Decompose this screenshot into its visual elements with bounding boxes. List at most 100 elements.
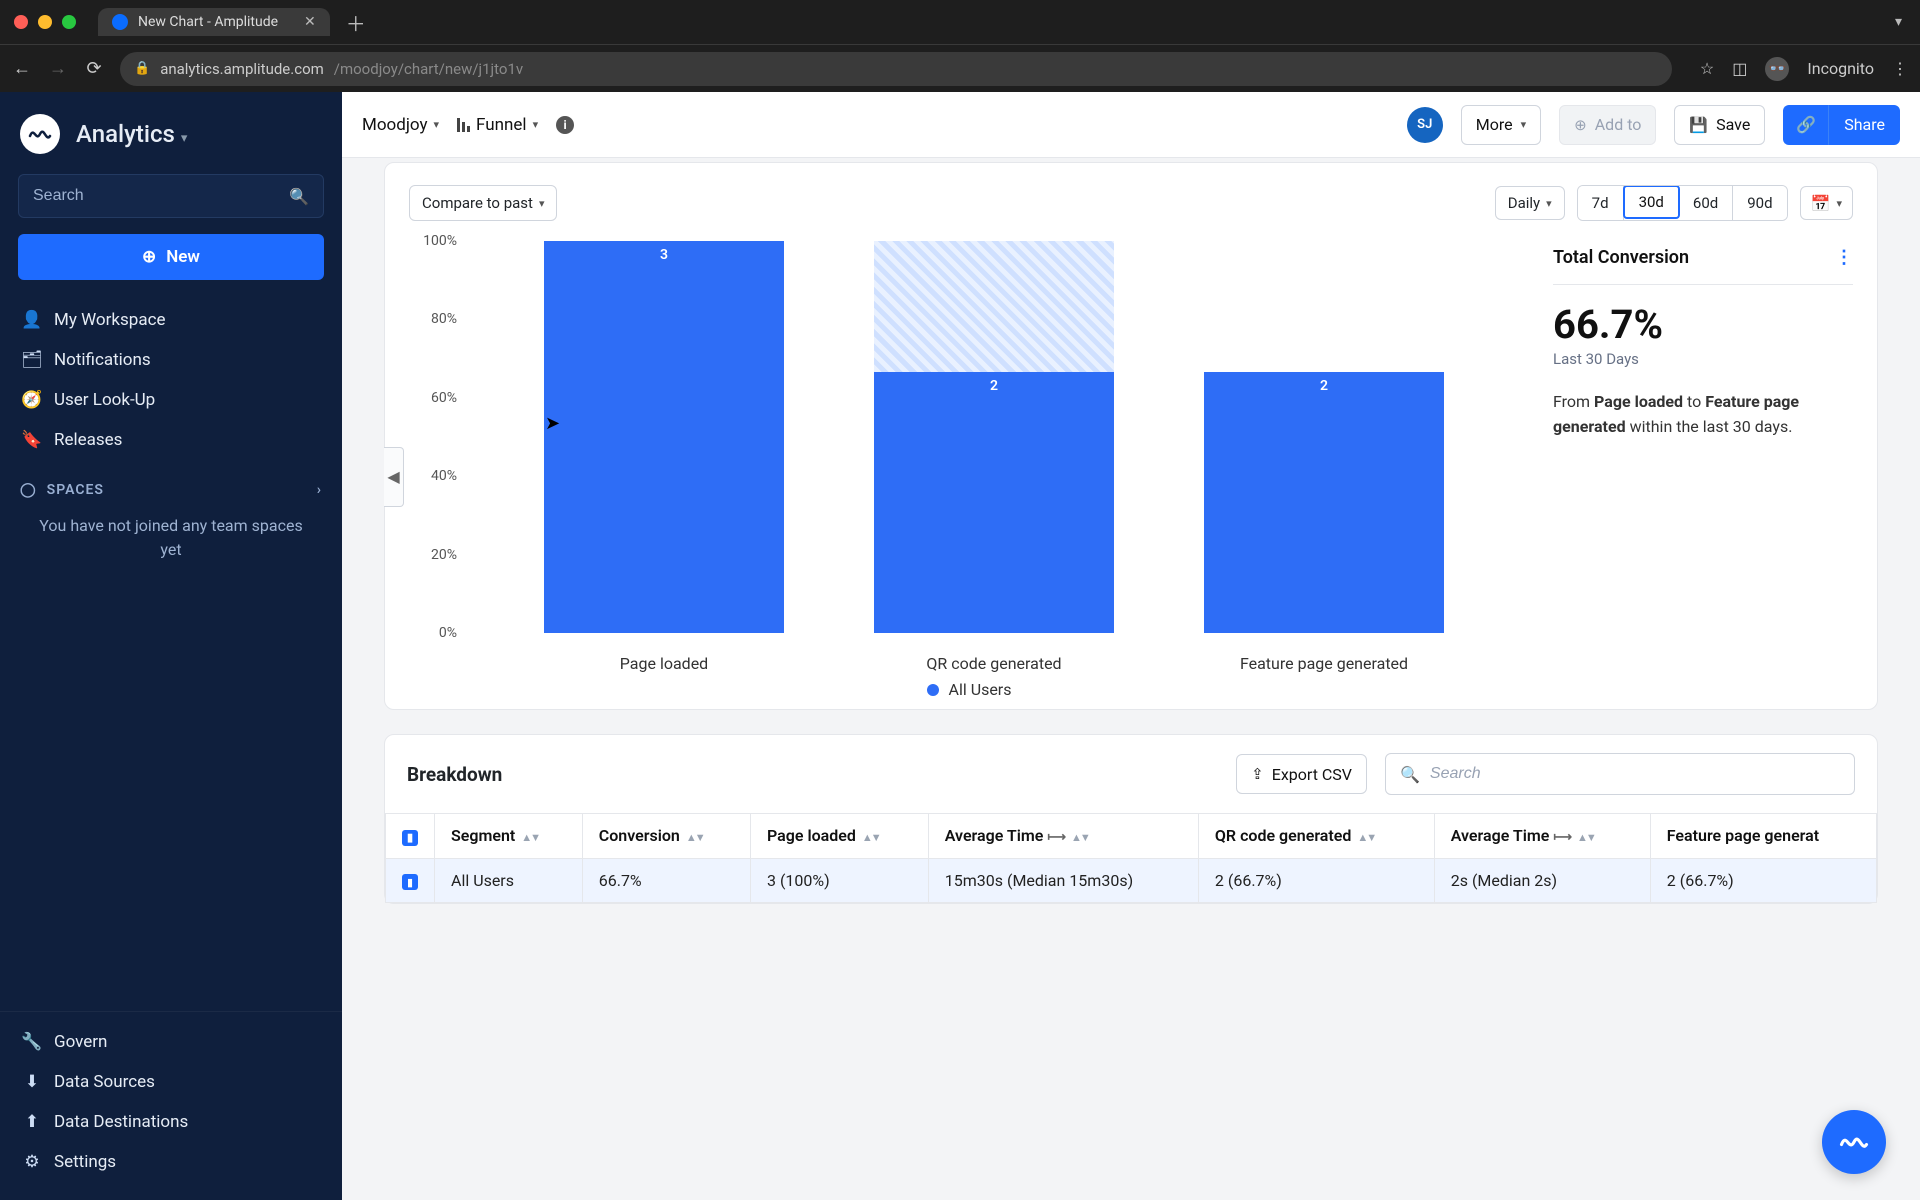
close-window-icon[interactable] xyxy=(14,15,28,29)
sidebar-item-settings[interactable]: ⚙ Settings xyxy=(10,1142,332,1182)
share-button[interactable]: Share xyxy=(1829,105,1900,145)
chevron-down-icon: ▾ xyxy=(181,131,188,146)
kebab-menu-icon[interactable]: ⋮ xyxy=(1835,247,1853,268)
cell-segment: All Users xyxy=(435,858,583,903)
save-button[interactable]: 💾 Save xyxy=(1674,105,1765,145)
link-icon[interactable]: 🔗 xyxy=(1783,105,1829,145)
date-picker[interactable]: 📅▾ xyxy=(1800,186,1853,220)
person-icon: 👤 xyxy=(22,310,42,330)
sidebar-item-govern[interactable]: 🔧Govern xyxy=(10,1022,332,1062)
sidebar-item-releases[interactable]: 🔖 Releases xyxy=(10,420,332,460)
back-button[interactable]: ← xyxy=(12,58,32,79)
add-to-label: Add to xyxy=(1595,115,1642,134)
workspace-dropdown[interactable]: Moodjoy▾ xyxy=(362,115,439,135)
range-30d[interactable]: 30d xyxy=(1623,185,1680,219)
funnel-icon xyxy=(457,118,470,132)
mouse-cursor-icon: ➤ xyxy=(545,413,560,434)
col-qr[interactable]: QR code generated▲▼ xyxy=(1198,814,1434,859)
sidebar-item-notifications[interactable]: 🗂Notifications xyxy=(10,340,332,380)
panel-collapse-handle[interactable]: ◀ xyxy=(384,447,404,507)
sidebar-item-data-sources[interactable]: ⬇Data Sources xyxy=(10,1062,332,1102)
chevron-right-icon: › xyxy=(317,482,322,498)
sort-icon: ▲▼ xyxy=(1577,831,1595,844)
cell-conversion: 66.7% xyxy=(582,858,750,903)
bookmark-icon[interactable]: ☆ xyxy=(1700,59,1714,78)
chevron-down-icon: ▾ xyxy=(1546,197,1552,210)
address-bar[interactable]: 🔒 analytics.amplitude.com/moodjoy/chart/… xyxy=(120,52,1672,86)
chevron-down-icon: ▾ xyxy=(539,197,545,210)
col-segment[interactable]: Segment▲▼ xyxy=(435,814,583,859)
sort-icon: ▲▼ xyxy=(862,831,880,844)
close-tab-icon[interactable]: ✕ xyxy=(304,14,316,30)
browser-menu-icon[interactable]: ⋮ xyxy=(1892,59,1908,78)
total-conversion-panel: Total Conversion ⋮ 66.7% Last 30 Days Fr… xyxy=(1553,241,1853,691)
sort-icon: ▲▼ xyxy=(1357,831,1375,844)
sidebar-brand[interactable]: Analytics▾ xyxy=(76,120,187,148)
range-7d[interactable]: 7d xyxy=(1578,186,1624,220)
gear-icon: ⚙ xyxy=(22,1152,42,1172)
minimize-window-icon[interactable] xyxy=(38,15,52,29)
incognito-label: Incognito xyxy=(1807,59,1874,78)
sidebar-search[interactable]: 🔍 xyxy=(18,174,324,218)
sidebar-item-label: Data Sources xyxy=(54,1072,155,1092)
new-tab-button[interactable]: ＋ xyxy=(346,8,366,37)
metric-value: 66.7% xyxy=(1553,301,1853,348)
ytick: 60% xyxy=(431,390,457,406)
col-avg-time-1[interactable]: Average Time ⟼▲▼ xyxy=(928,814,1198,859)
compare-label: Compare to past xyxy=(422,194,533,212)
sidebar-section-spaces[interactable]: ◯ SPACES › xyxy=(0,460,342,504)
breakdown-card: Breakdown ⇪Export CSV 🔍 ▮ Segment▲▼ xyxy=(384,734,1878,904)
granularity-dropdown[interactable]: Daily▾ xyxy=(1495,186,1565,220)
save-icon: 💾 xyxy=(1689,116,1708,134)
wrench-icon: 🔧 xyxy=(22,1032,42,1052)
plus-circle-icon: ⊕ xyxy=(142,247,156,267)
help-fab[interactable] xyxy=(1822,1110,1886,1174)
table-row[interactable]: ▮ All Users 66.7% 3 (100%) 15m30s (Media… xyxy=(386,858,1877,903)
save-label: Save xyxy=(1716,115,1750,134)
amplitude-logo xyxy=(20,114,60,154)
col-feature[interactable]: Feature page generat xyxy=(1650,814,1876,859)
compare-dropdown[interactable]: Compare to past ▾ xyxy=(409,185,557,221)
info-icon[interactable]: i xyxy=(556,116,574,134)
sidebar-search-input[interactable] xyxy=(33,187,289,205)
export-csv-button[interactable]: ⇪Export CSV xyxy=(1236,754,1367,794)
funnel-chart: 100% 80% 60% 40% 20% 0% 322 Page loadedQ… xyxy=(409,241,1529,691)
range-90d[interactable]: 90d xyxy=(1733,186,1786,220)
chart-type-label: Funnel xyxy=(476,115,527,135)
sidebar-item-label: Releases xyxy=(54,430,122,450)
col-avg-time-2[interactable]: Average Time ⟼▲▼ xyxy=(1434,814,1650,859)
new-button[interactable]: ⊕ New xyxy=(18,234,324,280)
sort-icon: ▲▼ xyxy=(1071,831,1089,844)
tag-icon: 🔖 xyxy=(22,430,42,450)
reload-button[interactable]: ⟳ xyxy=(84,58,104,79)
url-path: /moodjoy/chart/new/j1jto1v xyxy=(334,60,523,78)
sidebar-item-label: Settings xyxy=(54,1152,116,1172)
checkbox-icon[interactable]: ▮ xyxy=(402,874,418,890)
sidebar-item-workspace[interactable]: 👤My Workspace xyxy=(10,300,332,340)
browser-tab[interactable]: New Chart - Amplitude ✕ xyxy=(98,8,330,36)
sidebar-item-data-destinations[interactable]: ⬆Data Destinations xyxy=(10,1102,332,1142)
spaces-icon: ◯ xyxy=(20,482,37,498)
sidebar-item-user-lookup[interactable]: 🧭User Look-Up xyxy=(10,380,332,420)
col-conversion[interactable]: Conversion▲▼ xyxy=(582,814,750,859)
checkbox-icon: ▮ xyxy=(402,830,418,846)
breakdown-search[interactable]: 🔍 xyxy=(1385,753,1855,795)
legend-dot-icon xyxy=(927,684,939,696)
cell-feature: 2 (66.7%) xyxy=(1650,858,1876,903)
more-button[interactable]: More▾ xyxy=(1461,105,1541,145)
col-page-loaded[interactable]: Page loaded▲▼ xyxy=(750,814,928,859)
share-label: Share xyxy=(1844,115,1885,134)
workspace-label: Moodjoy xyxy=(362,115,428,135)
maximize-window-icon[interactable] xyxy=(62,15,76,29)
col-checkbox[interactable]: ▮ xyxy=(386,814,435,859)
tabs-overflow-icon[interactable]: ▾ xyxy=(1895,14,1902,30)
calendar-icon: 📅 xyxy=(1811,194,1831,213)
chart-card: ◀ Compare to past ▾ Daily▾ 7d 30d 60d 90d… xyxy=(384,162,1878,710)
breakdown-search-input[interactable] xyxy=(1430,765,1840,783)
extensions-icon[interactable]: ◫ xyxy=(1732,59,1747,78)
range-60d[interactable]: 60d xyxy=(1679,186,1733,220)
chart-type-dropdown[interactable]: Funnel▾ xyxy=(457,115,538,135)
avatar[interactable]: SJ xyxy=(1407,107,1443,143)
amplitude-favicon xyxy=(112,14,128,30)
chevron-down-icon: ▾ xyxy=(1521,118,1527,131)
